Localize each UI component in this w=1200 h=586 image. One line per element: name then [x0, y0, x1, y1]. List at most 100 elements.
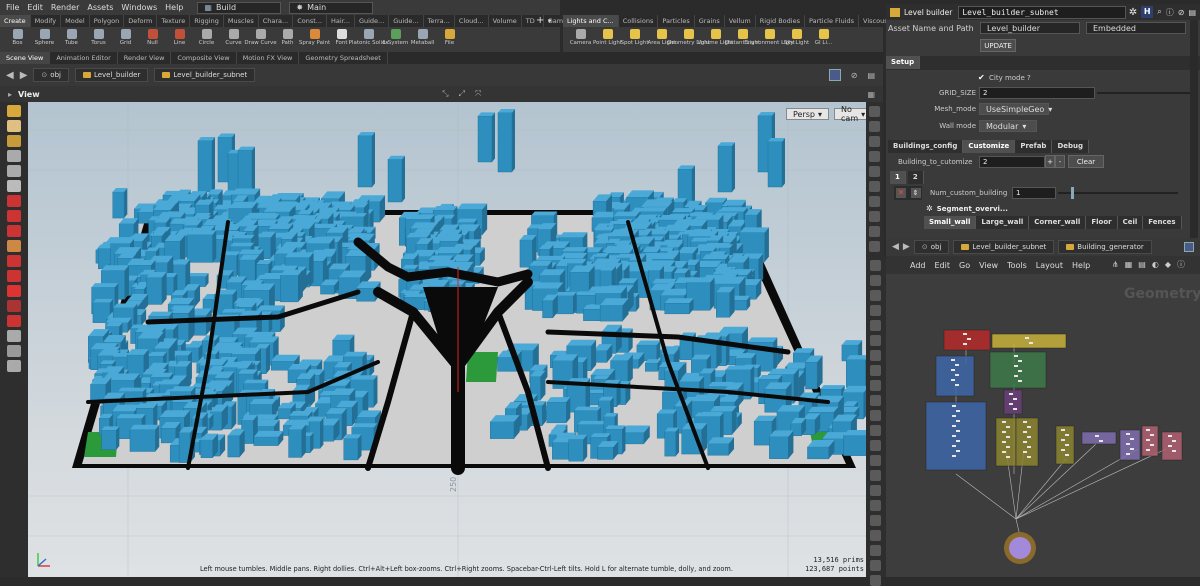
clear-button[interactable]: Clear	[1068, 155, 1104, 168]
network-editor[interactable]: Geometry	[886, 274, 1200, 577]
update-button[interactable]: UPDATE	[980, 39, 1016, 52]
shelf-tool-box[interactable]: Box	[4, 27, 31, 52]
network-tool-icon[interactable]	[870, 260, 881, 271]
shelf-tab[interactable]: Grains	[695, 15, 725, 27]
num-custom-field[interactable]: 1	[1012, 187, 1056, 199]
shelf-tool-circle[interactable]: Circle	[193, 27, 220, 52]
display-option-icon[interactable]	[869, 241, 880, 252]
asset-name-dropdown[interactable]: Level_builder	[980, 22, 1080, 34]
display-option-icon[interactable]	[869, 121, 880, 132]
list-view-icon[interactable]: ▤	[1138, 260, 1146, 269]
shelf-tab[interactable]: Volume	[489, 15, 522, 27]
shelf-tab[interactable]: Model	[61, 15, 90, 27]
path-crumb-subnet[interactable]: Level_builder_subnet	[154, 68, 256, 82]
viewport-tool-icon[interactable]	[7, 210, 21, 222]
display-option-icon[interactable]	[869, 211, 880, 222]
network-tool-icon[interactable]	[870, 275, 881, 286]
part-tab[interactable]: Fences	[1143, 216, 1182, 229]
shelf-tab[interactable]: Muscles	[224, 15, 259, 27]
shelf-tab[interactable]: Hair...	[327, 15, 355, 27]
info-icon[interactable]: ⓘ	[1177, 259, 1185, 270]
link-icon[interactable]: ⊘	[1178, 8, 1185, 17]
city-mode-checkbox[interactable]: ✔	[978, 74, 986, 82]
path-crumb-level-builder[interactable]: Level_builder	[74, 68, 149, 82]
shelf-tab[interactable]: Chara...	[259, 15, 294, 27]
network-menu-item[interactable]: Add	[910, 261, 926, 270]
shelf-tool-grid[interactable]: Grid	[112, 27, 139, 52]
color-icon[interactable]: ◐	[1152, 260, 1159, 269]
viewport-tool-icon[interactable]	[7, 195, 21, 207]
num-custom-slider[interactable]	[1058, 192, 1178, 194]
grid-size-slider[interactable]	[1097, 92, 1197, 94]
viewport-tool-icon[interactable]	[7, 360, 21, 372]
menu-render[interactable]: Render	[51, 3, 79, 12]
decrement-button[interactable]: -	[1055, 155, 1065, 168]
asset-location-dropdown[interactable]: Embedded	[1086, 22, 1186, 34]
viewport-tool-icon[interactable]	[7, 180, 21, 192]
display-option-icon[interactable]	[869, 151, 880, 162]
viewport-tool-icon[interactable]	[7, 330, 21, 342]
network-tool-icon[interactable]	[870, 320, 881, 331]
shelf-tool-null[interactable]: Null	[139, 27, 166, 52]
tab-setup[interactable]: Setup	[886, 56, 921, 69]
pane-tab[interactable]: Motion FX View	[237, 52, 300, 64]
gear-icon[interactable]: ✲	[1129, 7, 1137, 18]
reset-view-icon[interactable]: ⤧	[475, 89, 481, 99]
node-name-field[interactable]: Level_builder_subnet	[958, 5, 1127, 19]
display-option-icon[interactable]	[869, 136, 880, 147]
pane-tab[interactable]: Composite View	[171, 52, 237, 64]
part-tab[interactable]: Ceil	[1117, 216, 1144, 229]
viewport-tool-icon[interactable]	[7, 165, 21, 177]
network-menu-item[interactable]: Help	[1072, 261, 1090, 270]
network-tool-icon[interactable]	[870, 470, 881, 481]
link-icon[interactable]: ⊘	[851, 71, 858, 80]
camera-dropdown[interactable]: No cam ▾	[834, 105, 866, 123]
shelf-tab[interactable]: Rigging	[190, 15, 224, 27]
shelf-tab[interactable]: Particle Fluids	[805, 15, 860, 27]
shelf-tool-curve[interactable]: Curve	[220, 27, 247, 52]
shelf-tool-path[interactable]: Path	[274, 27, 301, 52]
shelf-tab[interactable]: Const...	[293, 15, 328, 27]
shelf-tool-environment-light[interactable]: Environment Light	[744, 27, 795, 52]
viewport-tool-icon[interactable]	[7, 105, 21, 117]
segment-folder[interactable]: ✲ Segment_overvi...	[926, 204, 1008, 213]
shelf-tool-file[interactable]: File	[436, 27, 463, 52]
viewport-tool-icon[interactable]	[7, 315, 21, 327]
view-menu-icon[interactable]: ▤	[867, 71, 875, 80]
viewport-tool-icon[interactable]	[7, 120, 21, 132]
network-menu-item[interactable]: Go	[959, 261, 970, 270]
display-option-icon[interactable]	[869, 106, 880, 117]
display-option-icon[interactable]	[869, 196, 880, 207]
menu-edit[interactable]: Edit	[27, 3, 43, 12]
part-tab[interactable]: Large_wall	[976, 216, 1030, 229]
scene-viewport[interactable]: 250 Persp ▾ No cam ▾	[28, 102, 866, 577]
viewport-tool-icon[interactable]	[7, 150, 21, 162]
network-tool-icon[interactable]	[870, 455, 881, 466]
pane-tab[interactable]: Scene View	[0, 52, 51, 64]
net-crumb-generator[interactable]: Building_generator	[1058, 240, 1152, 254]
shelf-tool-platonic-solids[interactable]: Platonic Solids	[349, 27, 388, 52]
wall-mode-dropdown[interactable]: Modular ▾	[979, 120, 1037, 132]
network-tool-icon[interactable]	[870, 395, 881, 406]
context-dropdown[interactable]: ✸ Main	[289, 1, 374, 14]
part-tab[interactable]: Corner_wall	[1029, 216, 1087, 229]
persp-dropdown[interactable]: Persp ▾	[786, 108, 830, 120]
shelf-tool-draw-curve[interactable]: Draw Curve	[244, 27, 277, 52]
shelf-tool-line[interactable]: Line	[166, 27, 193, 52]
network-tool-icon[interactable]	[870, 335, 881, 346]
subtab[interactable]: Prefab	[1015, 140, 1053, 153]
network-tool-icon[interactable]	[870, 545, 881, 556]
shelf-tab[interactable]: Cloud...	[455, 15, 489, 27]
shape-icon[interactable]: ◆	[1165, 260, 1171, 269]
viewport-tool-icon[interactable]	[7, 240, 21, 252]
param-scrollbar[interactable]	[1190, 20, 1198, 238]
grid-size-field[interactable]: 2	[979, 87, 1095, 99]
view-expand-icon[interactable]: ▸	[8, 90, 12, 99]
network-tool-icon[interactable]	[870, 515, 881, 526]
shelf-tab[interactable]: Terra...	[424, 15, 455, 27]
viewport-tool-icon[interactable]	[7, 300, 21, 312]
menu-help[interactable]: Help	[165, 3, 183, 12]
viewport-tool-icon[interactable]	[7, 255, 21, 267]
forward-arrow-icon[interactable]: ▶	[20, 70, 28, 81]
network-menu-item[interactable]: View	[979, 261, 998, 270]
